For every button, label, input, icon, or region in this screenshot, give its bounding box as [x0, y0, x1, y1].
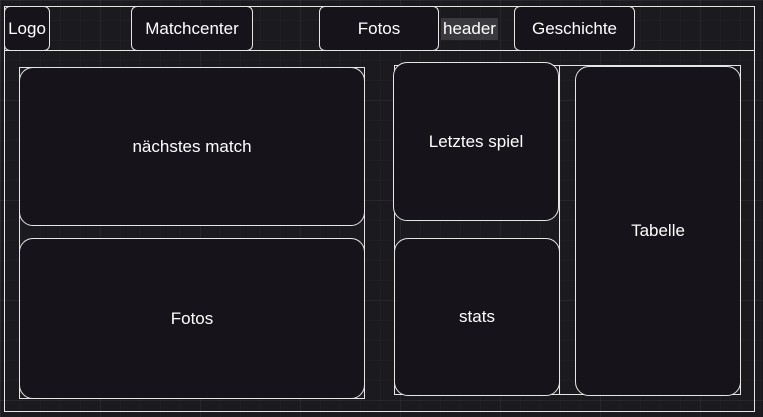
next-match-card[interactable]: nächstes match — [19, 67, 365, 226]
photos-label: Fotos — [170, 308, 214, 328]
nav-geschichte[interactable]: Geschichte — [514, 6, 635, 51]
stats-card[interactable]: stats — [394, 238, 560, 396]
next-match-label: nächstes match — [132, 136, 252, 156]
table-card[interactable]: Tabelle — [575, 66, 741, 396]
nav-matchcenter[interactable]: Matchcenter — [131, 6, 253, 51]
nav-matchcenter-label: Matchcenter — [145, 18, 239, 38]
nav-fotos[interactable]: Fotos — [319, 6, 439, 51]
nav-geschichte-label: Geschichte — [531, 18, 618, 38]
header-label: header — [441, 18, 498, 40]
nav-logo[interactable]: Logo — [4, 6, 50, 51]
last-game-card[interactable]: Letztes spiel — [393, 62, 559, 221]
last-game-label: Letztes spiel — [428, 131, 524, 151]
stats-label: stats — [459, 307, 495, 326]
nav-logo-label: Logo — [8, 18, 46, 38]
nav-fotos-label: Fotos — [357, 18, 401, 38]
table-label: Tabelle — [631, 221, 685, 240]
photos-card[interactable]: Fotos — [19, 238, 365, 399]
